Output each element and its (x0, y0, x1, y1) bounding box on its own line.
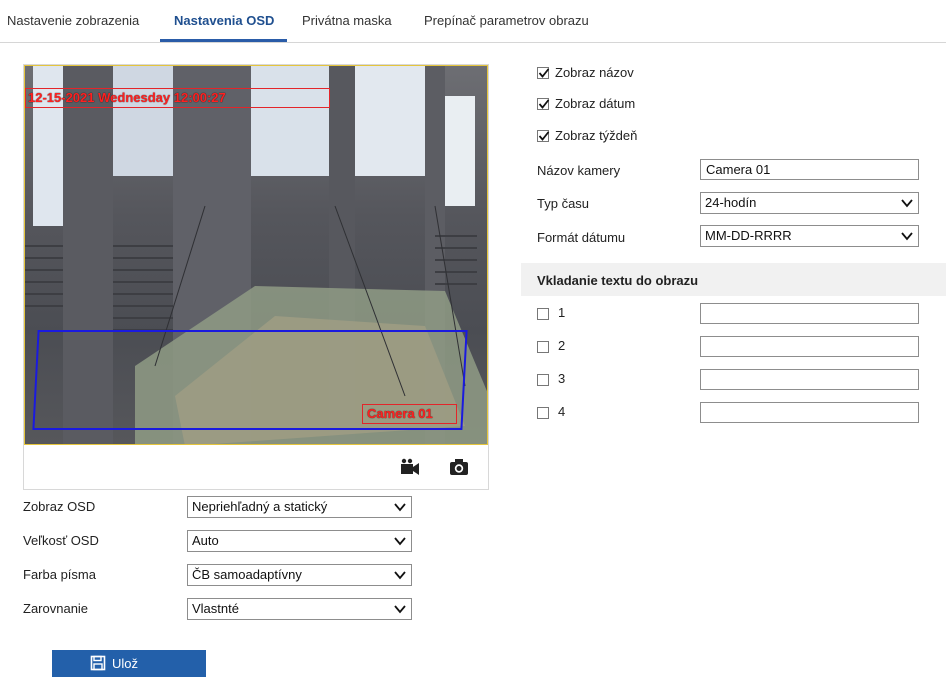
text-overlay-2-checkbox[interactable] (537, 341, 549, 353)
tab-osd-settings[interactable]: Nastavenia OSD (174, 13, 274, 28)
chevron-down-icon (394, 605, 406, 614)
text-overlay-2-label: 2 (558, 338, 566, 353)
camera-name-input[interactable]: Camera 01 (700, 159, 919, 180)
text-overlay-4-label: 4 (558, 404, 566, 419)
show-name-label: Zobraz názov (555, 65, 634, 80)
text-overlay-1-input[interactable] (700, 303, 919, 324)
chevron-down-icon (394, 537, 406, 546)
text-overlay-4-checkbox[interactable] (537, 407, 549, 419)
camera-name-label: Názov kamery (537, 163, 621, 178)
text-overlay-1-checkbox[interactable] (537, 308, 549, 320)
time-type-label: Typ času (537, 196, 590, 211)
osd-mode-label: Zobraz OSD (23, 499, 96, 514)
osd-size-value: Auto (192, 533, 219, 548)
text-overlay-4-input[interactable] (700, 402, 919, 423)
text-overlay-title: Vkladanie textu do obrazu (537, 273, 699, 288)
osd-mode-value: Nepriehľadný a statický (192, 499, 328, 514)
preview-toolbar (24, 446, 488, 489)
checkmark-icon (538, 68, 550, 78)
font-color-select[interactable]: ČB samoadaptívny (187, 564, 412, 586)
save-button[interactable]: Ulož (52, 650, 206, 677)
save-icon (90, 655, 106, 671)
show-week-checkbox[interactable] (537, 130, 550, 142)
tab-bar: Nastavenie zobrazenia Nastavenia OSD Pri… (0, 0, 946, 43)
font-color-value: ČB samoadaptívny (192, 567, 302, 582)
chevron-down-icon (394, 571, 406, 580)
alignment-label: Zarovnanie (23, 601, 89, 616)
chevron-down-icon (901, 199, 913, 208)
font-color-label: Farba písma (23, 567, 96, 582)
checkmark-icon (538, 131, 550, 141)
text-overlay-1-label: 1 (558, 305, 566, 320)
osd-datetime-text: 12-15-2021 Wednesday 12:00:27 (28, 90, 226, 105)
show-week-label: Zobraz týždeň (555, 128, 638, 143)
video-record-icon[interactable] (400, 458, 420, 476)
osd-size-select[interactable]: Auto (187, 530, 412, 552)
checkmark-icon (538, 99, 550, 109)
time-type-select[interactable]: 24-hodín (700, 192, 919, 214)
text-overlay-section-header: Vkladanie textu do obrazu (521, 263, 946, 296)
alignment-value: Vlastnté (192, 601, 239, 616)
show-date-checkbox[interactable] (537, 98, 550, 110)
chevron-down-icon (394, 503, 406, 512)
camera-capture-icon[interactable] (449, 458, 469, 476)
osd-camera-name-text: Camera 01 (367, 406, 433, 421)
show-name-checkbox[interactable] (537, 67, 550, 79)
text-overlay-3-label: 3 (558, 371, 566, 386)
text-overlay-3-checkbox[interactable] (537, 374, 549, 386)
save-button-label: Ulož (112, 656, 139, 671)
active-tab-indicator (160, 39, 287, 42)
date-format-label: Formát dátumu (537, 230, 626, 245)
osd-mode-select[interactable]: Nepriehľadný a statický (187, 496, 412, 518)
text-overlay-3-input[interactable] (700, 369, 919, 390)
osd-size-label: Veľkosť OSD (23, 533, 99, 548)
video-preview[interactable]: 12-15-2021 Wednesday 12:00:27 Camera 01 (24, 65, 488, 445)
alignment-select[interactable]: Vlastnté (187, 598, 412, 620)
live-preview-panel: 12-15-2021 Wednesday 12:00:27 Camera 01 (23, 64, 489, 490)
chevron-down-icon (901, 232, 913, 241)
tab-privacy-mask[interactable]: Privátna maska (302, 13, 392, 28)
date-format-select[interactable]: MM-DD-RRRR (700, 225, 919, 247)
show-date-label: Zobraz dátum (555, 96, 636, 111)
time-type-value: 24-hodín (705, 195, 757, 210)
tab-display-settings[interactable]: Nastavenie zobrazenia (7, 13, 139, 28)
text-overlay-2-input[interactable] (700, 336, 919, 357)
date-format-value: MM-DD-RRRR (705, 228, 792, 243)
tab-image-parameter-switch[interactable]: Prepínač parametrov obrazu (424, 13, 589, 28)
